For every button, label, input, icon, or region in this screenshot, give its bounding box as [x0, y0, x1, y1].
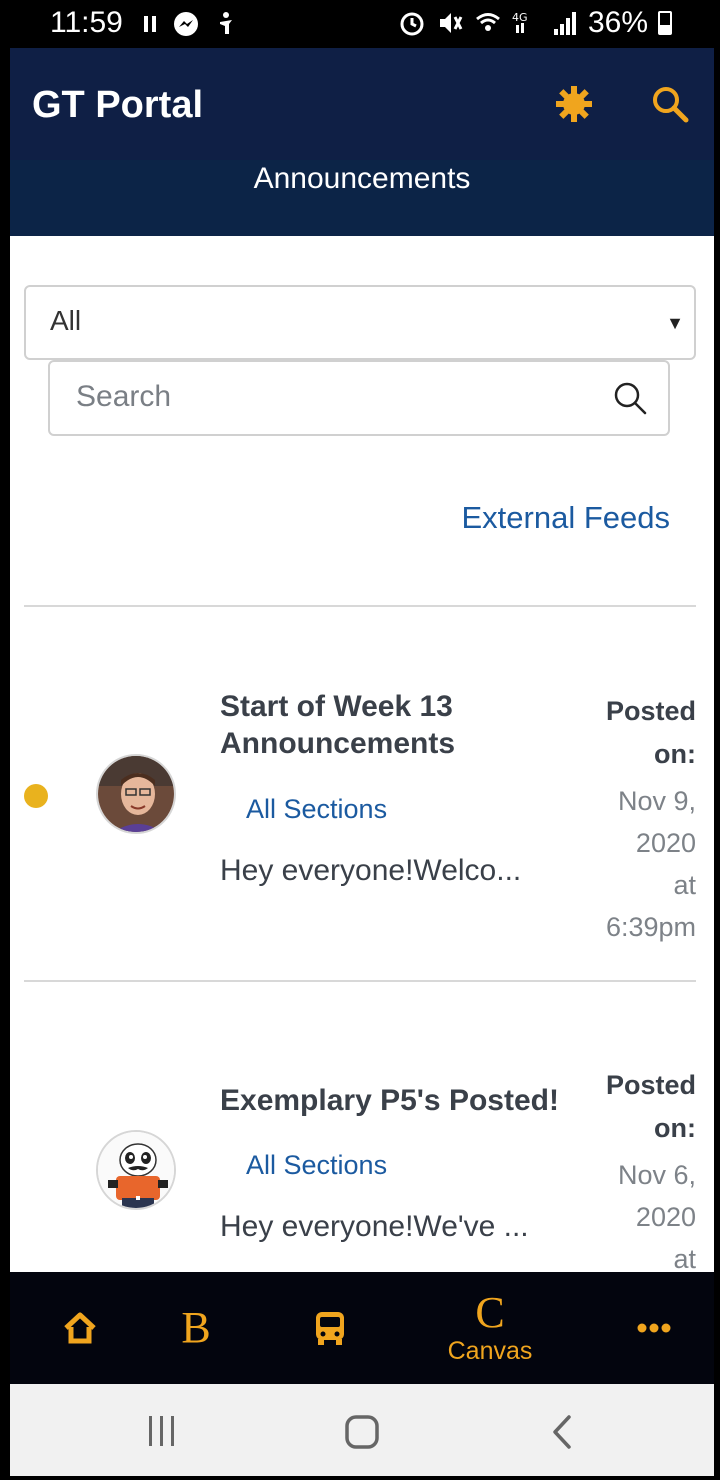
- battery-icon: [658, 11, 672, 35]
- tab-home[interactable]: [30, 1272, 130, 1384]
- announcement-preview: Hey everyone!We've ...: [220, 1210, 529, 1243]
- tab-b[interactable]: B: [146, 1272, 246, 1384]
- posted-label: Posted on:: [566, 1064, 696, 1150]
- status-right-icons: 4G 36%: [398, 6, 672, 40]
- recent-apps-icon[interactable]: [146, 1414, 178, 1448]
- divider: [24, 605, 696, 607]
- posted-label-line: Posted: [605, 696, 696, 726]
- external-feeds-link[interactable]: External Feeds: [462, 500, 671, 536]
- settings-icon[interactable]: [554, 84, 594, 124]
- tab-canvas-label: Canvas: [447, 1336, 533, 1365]
- unread-indicator: [24, 784, 48, 808]
- more-icon: [637, 1323, 671, 1333]
- tab-canvas[interactable]: C Canvas: [430, 1272, 550, 1384]
- svg-text:4G: 4G: [512, 11, 528, 24]
- person-avatar: [96, 754, 176, 834]
- announcement-title: Exemplary P5's Posted!: [220, 1084, 559, 1117]
- posted-date-line: at: [673, 870, 696, 900]
- pause-icon: [144, 16, 156, 32]
- filter-selected-value: All: [50, 305, 82, 336]
- posted-date-line: Nov 6,: [617, 1160, 696, 1190]
- tab-more[interactable]: [604, 1272, 704, 1384]
- battery-percent: 36%: [587, 6, 648, 39]
- header-search-icon[interactable]: [650, 84, 690, 124]
- posted-date: Nov 6, 2020 at: [566, 1154, 696, 1280]
- posted-label: Posted on:: [566, 690, 696, 776]
- posted-date-line: 6:39pm: [605, 912, 696, 942]
- posted-label-line: on:: [654, 739, 696, 769]
- bus-icon: [316, 1312, 344, 1345]
- system-navigation-bar: [10, 1384, 714, 1476]
- announcement-title-line: Announcements: [220, 727, 456, 760]
- search-input[interactable]: Search: [48, 360, 670, 436]
- b-icon: B: [181, 1303, 211, 1352]
- app-header: GT Portal Announcements: [10, 48, 714, 236]
- divider: [24, 980, 696, 982]
- home-icon: [64, 1312, 96, 1344]
- signal-icon: [553, 12, 576, 35]
- tab-bus[interactable]: [280, 1272, 380, 1384]
- search-placeholder: Search: [76, 380, 172, 413]
- posted-date: Nov 9, 2020 at 6:39pm: [566, 780, 696, 948]
- app-title: GT Portal: [32, 84, 204, 126]
- announcement-title-line: Start of Week 13: [220, 690, 453, 723]
- page-title: Announcements: [253, 162, 471, 195]
- announcement-title: Start of Week 13 Announcements: [220, 688, 580, 762]
- posted-date-line: 2020: [635, 828, 696, 858]
- messenger-icon: [174, 12, 198, 36]
- posted-label-line: on:: [654, 1113, 696, 1143]
- back-icon[interactable]: [550, 1414, 574, 1450]
- accessibility-icon: [220, 12, 232, 34]
- canvas-icon: C: [475, 1287, 505, 1337]
- announcement-section[interactable]: All Sections: [246, 1150, 387, 1181]
- search-icon[interactable]: [612, 380, 648, 416]
- alarm-icon: [400, 12, 424, 36]
- home-button-icon[interactable]: [344, 1414, 380, 1450]
- announcement-preview: Hey everyone!Welco...: [220, 854, 522, 887]
- bottom-tab-bar: B C Canvas: [10, 1272, 714, 1384]
- posted-date-line: Nov 9,: [617, 786, 696, 816]
- posted-label-line: Posted: [605, 1070, 696, 1100]
- filter-select[interactable]: All ▼: [24, 285, 696, 360]
- app-screen: GT Portal Announcements All ▼ Search Ext…: [10, 48, 714, 1384]
- status-bar: 11:59 4G 36%: [0, 0, 720, 48]
- mute-icon: [439, 13, 463, 33]
- announcement-section[interactable]: All Sections: [246, 794, 387, 825]
- chevron-down-icon: ▼: [666, 313, 684, 333]
- posted-date-line: 2020: [635, 1202, 696, 1232]
- panda-avatar: [96, 1130, 176, 1210]
- lte-icon: 4G: [512, 11, 528, 33]
- status-time: 11:59: [50, 6, 123, 39]
- wifi-icon: [476, 13, 500, 31]
- status-left-icons: [142, 10, 238, 38]
